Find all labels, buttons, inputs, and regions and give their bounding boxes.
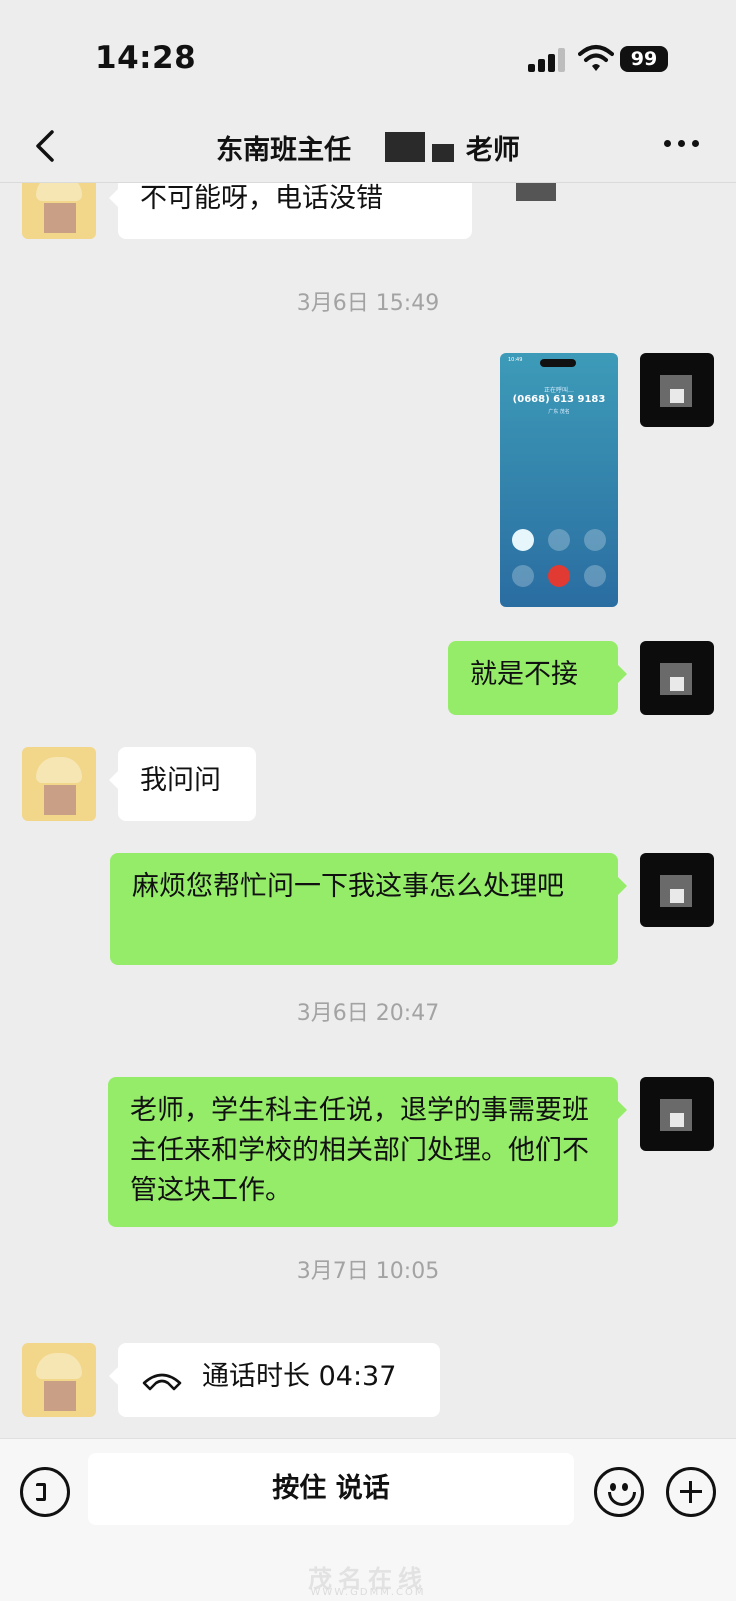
input-bar: 按住 说话 茂名在线 WWW.GDMM.COM [0, 1438, 736, 1601]
image-message[interactable]: 10:49 正在呼叫… (0668) 613 9183 广东 茂名 [500, 353, 618, 607]
message-timestamp: 3月6日 15:49 [296, 291, 440, 316]
phone-location: 广东 茂名 [548, 409, 570, 415]
speaker-icon [512, 529, 534, 551]
message-text: 麻烦您帮忙问一下我这事怎么处理吧 [132, 871, 564, 902]
message-bubble-received[interactable]: 不可能呀，电话没错 [109, 183, 556, 239]
chat-title-left: 东南班主任 [216, 135, 352, 166]
call-record-bubble[interactable]: 通话时长 04:37 [109, 1343, 440, 1417]
my-avatar[interactable] [640, 853, 714, 927]
signal-icon [528, 48, 568, 72]
message-timestamp: 3月7日 10:05 [296, 1259, 440, 1284]
more-options-icon [512, 565, 534, 587]
status-bar: 14:28 99 [0, 0, 736, 110]
message-timestamp: 3月6日 20:47 [296, 1001, 440, 1026]
end-call-icon [548, 565, 570, 587]
chat-title: 东南班主任 老师 [0, 128, 736, 167]
chat-header: 东南班主任 老师 [0, 110, 736, 183]
plus-icon[interactable] [666, 1467, 716, 1517]
facetime-icon [548, 529, 570, 551]
phone-calling-label: 正在呼叫… [543, 387, 574, 394]
status-time: 14:28 [95, 40, 197, 76]
contact-avatar[interactable] [22, 1343, 96, 1417]
voice-icon[interactable] [20, 1467, 70, 1517]
message-list[interactable]: 不可能呀，电话没错 3月6日 15:49 10:49 正在呼叫… (0668) … [0, 183, 736, 1438]
contact-avatar[interactable] [22, 747, 96, 821]
message-bubble-received[interactable]: 我问问 [109, 747, 256, 821]
phone-island [540, 359, 576, 367]
text-mosaic [516, 183, 556, 201]
phone-screenshot-time: 10:49 [508, 357, 523, 363]
my-avatar[interactable] [640, 641, 714, 715]
keypad-icon [584, 565, 606, 587]
call-duration: 通话时长 04:37 [202, 1361, 397, 1392]
name-mosaic [432, 144, 454, 162]
message-bubble-sent[interactable]: 就是不接 [448, 641, 627, 715]
contact-avatar[interactable] [22, 183, 96, 239]
my-avatar[interactable] [640, 353, 714, 427]
message-text: 我问问 [140, 765, 221, 796]
mute-icon [584, 529, 606, 551]
watermark-url: WWW.GDMM.COM [310, 1587, 426, 1598]
message-text: 不可能呀，电话没错 [140, 183, 383, 214]
chat-title-right: 老师 [465, 135, 520, 166]
message-bubble-sent[interactable]: 麻烦您帮忙问一下我这事怎么处理吧 [110, 853, 627, 965]
wifi-icon [578, 45, 614, 71]
phone-number: (0668) 613 9183 [512, 394, 606, 405]
message-text: 就是不接 [470, 659, 578, 690]
emoji-icon[interactable] [594, 1467, 644, 1517]
battery-indicator: 99 [620, 46, 668, 72]
hold-to-talk-button[interactable]: 按住 说话 [88, 1453, 574, 1525]
more-icon[interactable] [664, 140, 704, 152]
message-text: 老师，学生科主任说，退学的事需要班主任来和学校的相关部门处理。他们不管这块工作。 [130, 1095, 589, 1206]
message-bubble-sent[interactable]: 老师，学生科主任说，退学的事需要班主任来和学校的相关部门处理。他们不管这块工作。 [108, 1077, 627, 1227]
name-mosaic [385, 132, 425, 162]
phone-hangup-icon [142, 1373, 182, 1391]
my-avatar[interactable] [640, 1077, 714, 1151]
